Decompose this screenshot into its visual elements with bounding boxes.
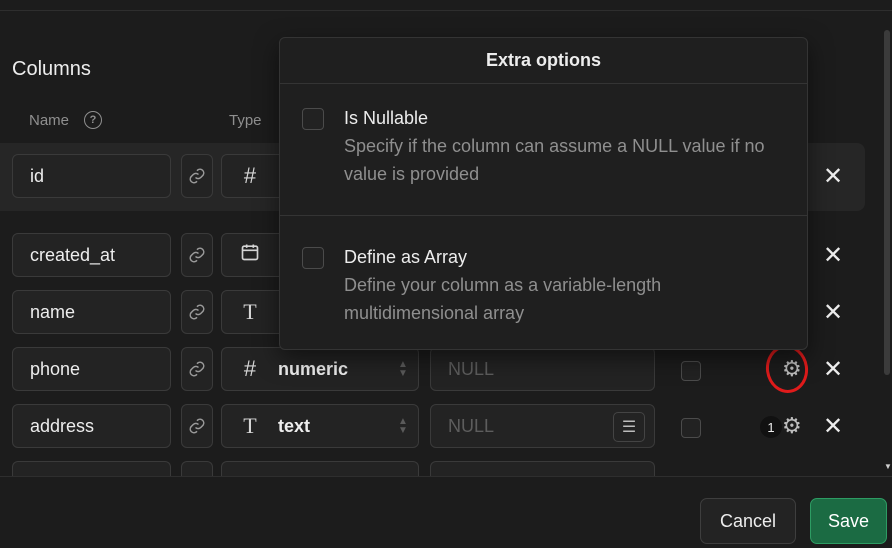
primary-checkbox[interactable] [681, 418, 701, 438]
column-type-select[interactable]: # numeric ▲ ▼ [221, 347, 419, 391]
cancel-button[interactable]: Cancel [700, 498, 796, 544]
foreign-key-button[interactable] [181, 154, 213, 198]
define-array-description: Define your column as a variable-length … [344, 275, 662, 323]
gear-icon[interactable]: ⚙ [782, 413, 802, 439]
help-icon[interactable]: ? [84, 111, 102, 129]
column-name-input[interactable] [12, 461, 171, 477]
default-value-text: NULL [448, 415, 495, 436]
divider [280, 215, 807, 216]
close-icon[interactable]: ✕ [823, 241, 843, 270]
count-badge: 1 [760, 416, 782, 438]
define-array-checkbox[interactable] [302, 247, 324, 269]
define-array-label: Define as Array [344, 247, 468, 267]
section-title: Columns [12, 58, 91, 80]
foreign-key-button[interactable] [181, 461, 213, 477]
primary-checkbox[interactable] [681, 361, 701, 381]
save-button[interactable]: Save [810, 498, 887, 544]
column-name-input[interactable]: phone [12, 347, 171, 391]
close-icon[interactable]: ✕ [823, 298, 843, 327]
top-divider [0, 10, 892, 11]
column-header-type: Type [229, 112, 262, 129]
hash-icon: # [243, 163, 257, 188]
default-value-input[interactable]: NULL [430, 347, 655, 391]
column-type-select[interactable]: T text ▲ ▼ [221, 404, 419, 448]
default-value-input[interactable] [430, 461, 655, 477]
default-value-input[interactable]: NULL ☰ [430, 404, 655, 448]
foreign-key-button[interactable] [181, 233, 213, 277]
column-name-input[interactable]: address [12, 404, 171, 448]
link-icon [189, 304, 205, 320]
hash-icon: # [243, 356, 257, 381]
is-nullable-checkbox[interactable] [302, 108, 324, 130]
link-icon [189, 168, 205, 184]
highlight-annotation [762, 342, 812, 396]
calendar-icon [222, 242, 278, 268]
is-nullable-label: Is Nullable [344, 108, 429, 128]
close-icon[interactable]: ✕ [823, 162, 843, 191]
popover-title: Extra options [280, 38, 807, 84]
close-icon[interactable]: ✕ [823, 355, 843, 384]
column-type-select[interactable] [221, 461, 419, 477]
scrollbar[interactable] [884, 30, 890, 375]
text-type-icon: T [243, 299, 257, 324]
column-name-input[interactable]: id [12, 154, 171, 198]
type-label: numeric [278, 358, 349, 379]
text-type-icon: T [243, 413, 257, 438]
foreign-key-button[interactable] [181, 347, 213, 391]
link-icon [189, 247, 205, 263]
column-header-name: Name [29, 112, 70, 129]
scroll-down-arrow[interactable]: ▼ [884, 462, 892, 471]
sort-icon: ▲ ▼ [398, 416, 408, 436]
foreign-key-button[interactable] [181, 290, 213, 334]
link-icon [189, 418, 205, 434]
is-nullable-description: Specify if the column can assume a NULL … [344, 136, 765, 184]
extra-options-popover: Extra options Is Nullable Specify if the… [279, 37, 808, 350]
column-name-input[interactable]: created_at [12, 233, 171, 277]
close-icon[interactable]: ✕ [823, 412, 843, 441]
type-label: text [278, 415, 311, 436]
foreign-key-button[interactable] [181, 404, 213, 448]
sort-icon: ▲ ▼ [398, 359, 408, 379]
column-name-input[interactable]: name [12, 290, 171, 334]
list-icon[interactable]: ☰ [613, 412, 645, 442]
link-icon [189, 361, 205, 377]
